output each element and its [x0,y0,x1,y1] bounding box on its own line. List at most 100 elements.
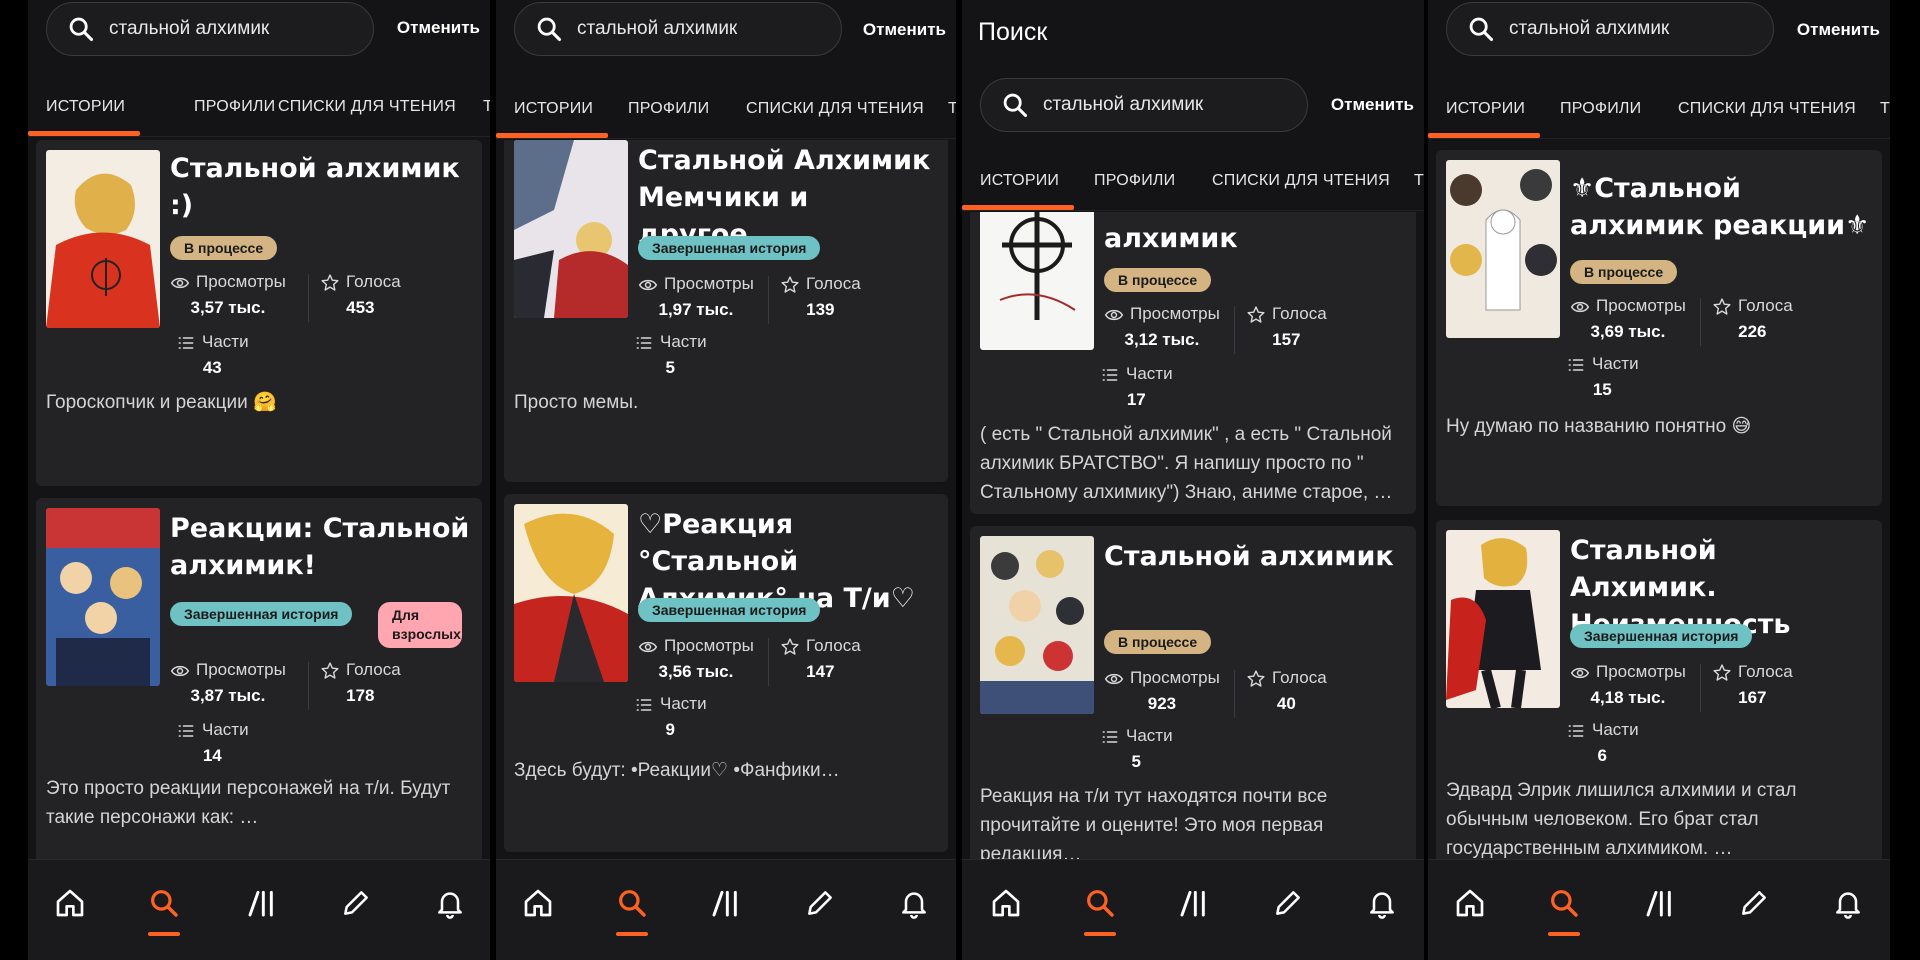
notifications-icon[interactable] [898,887,930,919]
story-card[interactable]: Стальной алхимик В процессе Просмотры 92… [970,526,1416,860]
story-cover[interactable] [514,140,628,318]
active-nav-indicator [148,932,180,936]
active-nav-indicator [1084,932,1116,936]
notifications-icon[interactable] [1366,887,1398,919]
stat-divider [1700,298,1701,346]
votes-stat: Голоса 147 [780,636,861,682]
tab-more[interactable]: Т [483,98,490,116]
cancel-button[interactable]: Отменить [1331,95,1414,115]
story-card[interactable]: Стальной алхимик :) В процессе Просмотры… [36,140,482,486]
story-cover[interactable] [514,504,628,682]
write-icon[interactable] [1738,887,1770,919]
parts-stat: Части 14 [176,720,249,766]
search-icon[interactable] [148,887,180,919]
search-icon[interactable] [616,887,648,919]
story-cover[interactable] [980,536,1094,714]
story-title[interactable]: Стальной алхимик [1104,538,1404,575]
library-icon[interactable] [246,887,278,919]
search-row: стальной алхимик Отменить [1428,2,1890,56]
views-stat: Просмотры 3,87 тыс. [170,660,286,706]
story-description: Эдвард Элрик лишился алхимии и стал обыч… [1446,780,1797,859]
story-card[interactable]: Стальной Алхимик. Неизменность Завершенн… [1436,520,1882,860]
library-icon[interactable] [710,887,742,919]
search-icon [535,15,563,43]
tab-reading-lists[interactable]: СПИСКИ ДЛЯ ЧТЕНИЯ [1678,100,1856,118]
star-icon [1246,305,1266,325]
tab-reading-lists[interactable]: СПИСКИ ДЛЯ ЧТЕНИЯ [1212,172,1390,190]
search-icon[interactable] [1084,887,1116,919]
story-title[interactable]: алхимик [1104,220,1404,257]
screen-panel-3: алхимик В процессе Просмотры 3,12 тыс. Г… [962,0,1424,960]
write-icon[interactable] [804,887,836,919]
search-input[interactable]: стальной алхимик [514,2,842,56]
parts-stat: Части 43 [176,332,249,378]
parts-stat: Части 9 [634,694,707,740]
views-stat: Просмотры 923 [1104,668,1220,714]
votes-stat: Голоса 178 [320,660,401,706]
list-icon [634,695,654,715]
tab-reading-lists[interactable]: СПИСКИ ДЛЯ ЧТЕНИЯ [746,100,924,118]
story-card[interactable]: Стальной Алхимик Мемчики и другое. Завер… [504,132,948,482]
search-input[interactable]: стальной алхимик [980,78,1308,132]
home-icon[interactable] [1454,887,1486,919]
search-icon [1001,91,1029,119]
tab-stories[interactable]: ИСТОРИИ [46,98,125,116]
tab-stories[interactable]: ИСТОРИИ [1446,100,1525,118]
story-card[interactable]: ♡Реакция °Стальной Алхимик° на Т/и♡ Заве… [504,494,948,852]
tab-profiles[interactable]: ПРОФИЛИ [194,98,275,116]
parts-stat: Части 15 [1566,354,1639,400]
notifications-icon[interactable] [434,887,466,919]
story-title[interactable]: ⚜Стальной алхимик реакции⚜ [1570,170,1870,244]
story-cover[interactable] [46,150,160,328]
views-stat: Просмотры 3,56 тыс. [638,636,754,682]
votes-stat: Голоса 226 [1712,296,1793,342]
search-header: стальной алхимик Отменить ИСТОРИИ ПРОФИЛ… [496,0,956,140]
write-icon[interactable] [1272,887,1304,919]
search-input[interactable]: стальной алхимик [46,2,374,56]
eye-icon [1104,305,1124,325]
search-icon[interactable] [1548,887,1580,919]
tab-profiles[interactable]: ПРОФИЛИ [1560,100,1641,118]
tab-bar: ИСТОРИИ ПРОФИЛИ СПИСКИ ДЛЯ ЧТЕНИЯ Т [496,82,956,139]
bottom-nav [1428,859,1890,960]
home-icon[interactable] [54,887,86,919]
tab-more[interactable]: Т [1880,100,1890,118]
search-input[interactable]: стальной алхимик [1446,2,1774,56]
home-icon[interactable] [522,887,554,919]
active-nav-indicator [616,932,648,936]
tab-more[interactable]: Т [1414,172,1424,190]
cancel-button[interactable]: Отменить [397,18,480,38]
views-stat: Просмотры 4,18 тыс. [1570,662,1686,708]
story-card[interactable]: Реакции: Стальной алхимик! Завершенная и… [36,498,482,860]
parts-stat: Части 5 [634,332,707,378]
write-icon[interactable] [340,887,372,919]
tab-profiles[interactable]: ПРОФИЛИ [628,100,709,118]
notifications-icon[interactable] [1832,887,1864,919]
home-icon[interactable] [990,887,1022,919]
parts-stat: Части 6 [1566,720,1639,766]
parts-stat: Части 17 [1100,364,1173,410]
eye-icon [1570,663,1590,683]
active-tab-indicator [962,205,1074,210]
tab-stories[interactable]: ИСТОРИИ [980,172,1059,190]
story-title[interactable]: Реакции: Стальной алхимик! [170,510,470,584]
story-description: Это просто реакции персонажей на т/и. Бу… [46,778,451,828]
story-title[interactable]: Стальной алхимик :) [170,150,470,224]
votes-stat: Голоса 157 [1246,304,1327,350]
story-cover[interactable] [1446,530,1560,708]
stat-divider [768,276,769,324]
story-card[interactable]: ⚜Стальной алхимик реакции⚜ В процессе Пр… [1436,150,1882,506]
tab-more[interactable]: Т [948,100,956,118]
tab-reading-lists[interactable]: СПИСКИ ДЛЯ ЧТЕНИЯ [278,98,456,116]
cancel-button[interactable]: Отменить [863,20,946,40]
cancel-button[interactable]: Отменить [1797,20,1880,40]
library-icon[interactable] [1644,887,1676,919]
tab-profiles[interactable]: ПРОФИЛИ [1094,172,1175,190]
story-cover[interactable] [46,508,160,686]
star-icon [320,273,340,293]
story-cover[interactable] [1446,160,1560,338]
search-header: стальной алхимик Отменить ИСТОРИИ ПРОФИЛ… [1428,0,1890,140]
list-icon [634,333,654,353]
tab-stories[interactable]: ИСТОРИИ [514,100,593,118]
library-icon[interactable] [1178,887,1210,919]
